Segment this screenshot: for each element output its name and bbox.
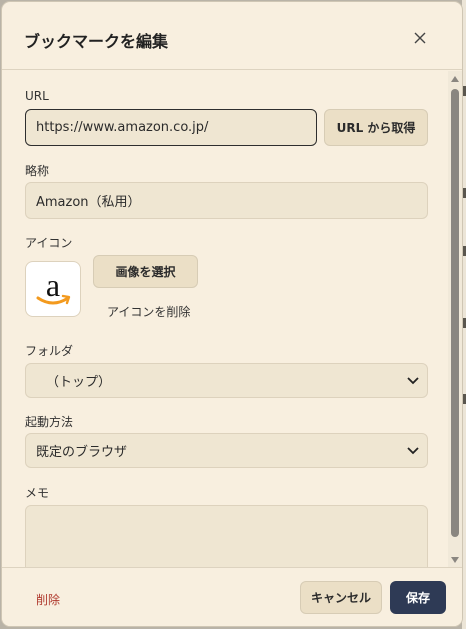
folder-selected-value: （トップ）	[46, 375, 112, 390]
scroll-down-icon[interactable]	[451, 557, 459, 563]
folder-select[interactable]: （トップ）	[25, 363, 428, 398]
amazon-logo-icon: a	[25, 261, 81, 317]
short-name-label: 略称	[25, 164, 50, 178]
close-button[interactable]	[407, 25, 433, 51]
dialog-footer: 削除 キャンセル 保存	[2, 567, 462, 626]
scrollbar[interactable]	[448, 71, 462, 567]
scrollbar-thumb[interactable]	[451, 89, 459, 537]
edit-bookmark-dialog: ブックマークを編集 URL https://www.amazon.co.jp/ …	[1, 1, 463, 627]
delete-bookmark-button[interactable]: 削除	[36, 591, 60, 608]
folder-label: フォルダ	[25, 344, 74, 358]
icon-label: アイコン	[25, 236, 73, 250]
short-name-input[interactable]: Amazon（私用）	[25, 182, 428, 219]
chevron-down-icon	[407, 376, 419, 384]
scroll-up-icon[interactable]	[451, 76, 459, 82]
cancel-button[interactable]: キャンセル	[300, 581, 382, 614]
amazon-logo-image: a	[36, 267, 71, 305]
launch-method-select[interactable]: 既定のブラウザ	[25, 433, 428, 468]
chevron-down-icon	[407, 446, 419, 454]
url-input[interactable]: https://www.amazon.co.jp/	[25, 109, 317, 146]
save-button[interactable]: 保存	[390, 581, 446, 614]
dialog-body: URL https://www.amazon.co.jp/ URL から取得 略…	[2, 71, 448, 567]
memo-label: メモ	[25, 486, 50, 500]
svg-text:a: a	[46, 267, 60, 303]
select-image-button[interactable]: 画像を選択	[93, 255, 198, 288]
fetch-from-url-button[interactable]: URL から取得	[324, 109, 428, 146]
launch-method-selected-value: 既定のブラウザ	[36, 445, 128, 460]
delete-icon-link[interactable]: アイコンを削除	[107, 303, 190, 320]
dialog-title: ブックマークを編集	[24, 32, 169, 51]
url-label: URL	[25, 89, 49, 103]
close-icon	[414, 32, 426, 44]
memo-textarea[interactable]	[25, 505, 428, 567]
launch-method-label: 起動方法	[25, 415, 74, 429]
dialog-header: ブックマークを編集	[2, 2, 462, 70]
